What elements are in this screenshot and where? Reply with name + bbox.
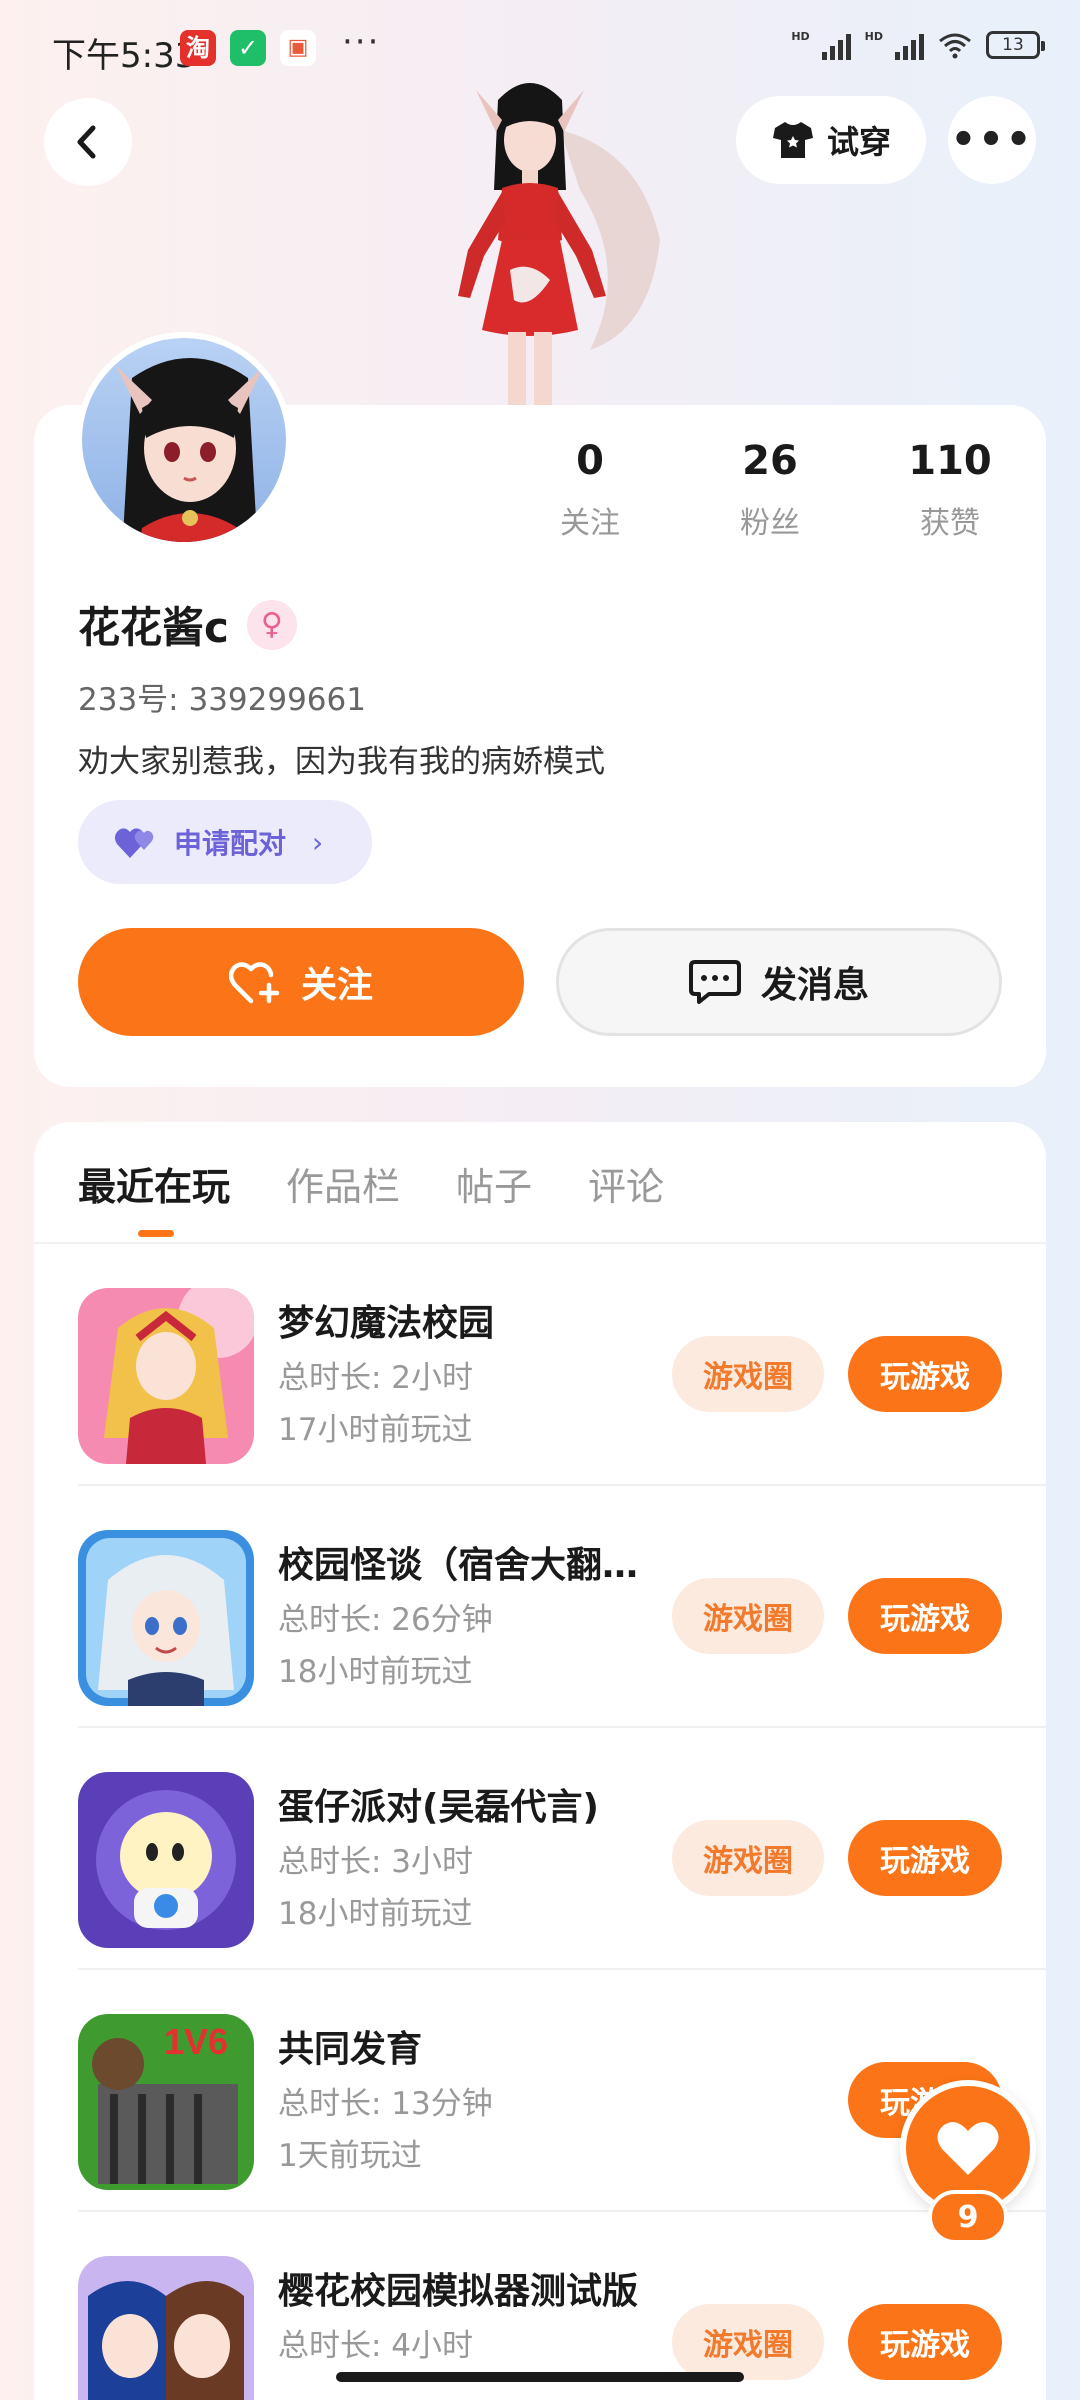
game-circle-button[interactable]: 游戏圈 bbox=[672, 1578, 824, 1654]
chevron-right-icon: › bbox=[312, 825, 324, 859]
tab-recent-play[interactable]: 最近在玩 bbox=[78, 1156, 230, 1237]
game-duration: 总时长: 2小时 bbox=[278, 1360, 474, 1396]
request-pair-button[interactable]: 申请配对 › bbox=[78, 800, 372, 884]
game-duration: 总时长: 26分钟 bbox=[278, 1602, 493, 1638]
user-bio: 劝大家别惹我，因为我有我的病娇模式 bbox=[78, 744, 605, 780]
likes-count: 110 bbox=[908, 438, 992, 484]
hd-icon: HD bbox=[864, 30, 883, 43]
game-last-played: 18小时前玩过 bbox=[278, 1896, 473, 1932]
game-icon-eggy-party bbox=[78, 1772, 254, 1948]
game-last-played: 18小时前玩过 bbox=[278, 1654, 473, 1690]
request-pair-label: 申请配对 bbox=[174, 827, 287, 860]
username: 花花酱c bbox=[78, 603, 229, 652]
following-label: 关注 bbox=[560, 506, 620, 541]
likes-stat[interactable]: 110 获赞 bbox=[860, 438, 1040, 542]
home-indicator[interactable] bbox=[336, 2372, 744, 2382]
follow-button[interactable]: 关注 bbox=[78, 928, 524, 1036]
tab-works[interactable]: 作品栏 bbox=[286, 1156, 400, 1211]
game-last-played: 1天前玩过 bbox=[278, 2138, 422, 2174]
fans-label: 粉丝 bbox=[740, 506, 800, 541]
game-list-item[interactable]: 蛋仔派对(吴磊代言) 总时长: 3小时 18小时前玩过 游戏圈 玩游戏 bbox=[78, 1728, 1046, 1970]
wifi-icon bbox=[939, 33, 971, 59]
try-on-button[interactable]: 试穿 bbox=[736, 96, 926, 184]
game-duration: 总时长: 4小时 bbox=[278, 2328, 474, 2364]
game-name: 梦幻魔法校园 bbox=[278, 1303, 495, 1344]
game-icon-sakura-school bbox=[78, 2256, 254, 2400]
play-game-button[interactable]: 玩游戏 bbox=[848, 1336, 1002, 1412]
status-time: 下午5:33 bbox=[52, 36, 197, 76]
hd-icon: HD bbox=[791, 30, 810, 43]
game-name: 蛋仔派对(吴磊代言) bbox=[278, 1787, 599, 1828]
battery-icon: 13 bbox=[986, 31, 1045, 59]
avatar[interactable] bbox=[76, 332, 292, 548]
taobao-app-icon: 淘 bbox=[180, 30, 216, 66]
game-circle-button[interactable]: 游戏圈 bbox=[672, 1820, 824, 1896]
play-game-button[interactable]: 玩游戏 bbox=[848, 1820, 1002, 1896]
heart-icon bbox=[937, 2122, 999, 2175]
game-icon-text: 1V6 bbox=[164, 2021, 228, 2062]
game-list-item[interactable]: 梦幻魔法校园 总时长: 2小时 17小时前玩过 游戏圈 玩游戏 bbox=[78, 1244, 1046, 1486]
more-dots-icon: ••• bbox=[950, 117, 1034, 163]
game-icon-co-develop: 1V6 bbox=[78, 2014, 254, 2190]
chat-bubble-icon bbox=[688, 960, 741, 1004]
game-icon-campus-horror bbox=[78, 1530, 254, 1706]
tab-posts[interactable]: 帖子 bbox=[456, 1156, 532, 1211]
send-message-button[interactable]: 发消息 bbox=[556, 928, 1002, 1036]
follow-label: 关注 bbox=[300, 965, 373, 1006]
heart-plus-icon bbox=[228, 962, 280, 1004]
tab-comments[interactable]: 评论 bbox=[588, 1156, 664, 1211]
tshirt-icon bbox=[772, 122, 813, 158]
fans-stat[interactable]: 26 粉丝 bbox=[680, 438, 860, 542]
game-duration: 总时长: 3小时 bbox=[278, 1844, 474, 1880]
app-notification-icon: ✓ bbox=[230, 30, 266, 66]
content-card: 最近在玩 作品栏 帖子 评论 梦幻魔法校园 总时长: 2小时 17小时前玩过 游… bbox=[34, 1122, 1046, 2400]
signal-icon bbox=[821, 30, 851, 60]
profile-tabs: 最近在玩 作品栏 帖子 评论 bbox=[78, 1156, 664, 1237]
status-indicators: HD HD 13 bbox=[791, 30, 1045, 60]
game-name: 共同发育 bbox=[278, 2029, 423, 2070]
profile-stats: 0 关注 26 粉丝 110 获赞 bbox=[500, 438, 1040, 542]
female-icon: ♀ bbox=[246, 599, 297, 650]
chevron-left-icon bbox=[77, 125, 96, 159]
more-notifications-icon: ··· bbox=[342, 22, 381, 62]
try-on-label: 试穿 bbox=[826, 123, 891, 161]
like-count-badge: 9 bbox=[928, 2190, 1008, 2244]
game-list-item[interactable]: 校园怪谈（宿舍大翻… 总时长: 26分钟 18小时前玩过 游戏圈 玩游戏 bbox=[78, 1486, 1046, 1728]
game-list-item[interactable]: 1V6 共同发育 总时长: 13分钟 1天前玩过 玩游戏 bbox=[78, 1970, 1046, 2212]
username-row: 花花酱c ♀ bbox=[78, 594, 297, 655]
game-duration: 总时长: 13分钟 bbox=[278, 2086, 493, 2122]
back-button[interactable] bbox=[44, 98, 132, 186]
signal-icon bbox=[895, 30, 924, 60]
following-count: 0 bbox=[576, 438, 604, 484]
following-stat[interactable]: 0 关注 bbox=[500, 438, 680, 542]
send-message-label: 发消息 bbox=[760, 965, 869, 1006]
shop-notification-icon: ▣ bbox=[280, 30, 316, 66]
fans-count: 26 bbox=[742, 438, 798, 484]
avatar-figure-image bbox=[410, 70, 680, 410]
game-name: 樱花校园模拟器测试版 bbox=[278, 2271, 639, 2312]
play-game-button[interactable]: 玩游戏 bbox=[848, 2304, 1002, 2380]
play-game-button[interactable]: 玩游戏 bbox=[848, 1578, 1002, 1654]
game-circle-button[interactable]: 游戏圈 bbox=[672, 1336, 824, 1412]
game-circle-button[interactable]: 游戏圈 bbox=[672, 2304, 824, 2380]
likes-label: 获赞 bbox=[920, 506, 980, 541]
game-icon-magic-academy bbox=[78, 1288, 254, 1464]
more-options-button[interactable]: ••• bbox=[948, 96, 1036, 184]
hearts-icon bbox=[114, 828, 154, 858]
game-name: 校园怪谈（宿舍大翻… bbox=[278, 1545, 639, 1586]
game-last-played: 17小时前玩过 bbox=[278, 1412, 473, 1448]
user-id: 233号: 339299661 bbox=[78, 682, 366, 718]
